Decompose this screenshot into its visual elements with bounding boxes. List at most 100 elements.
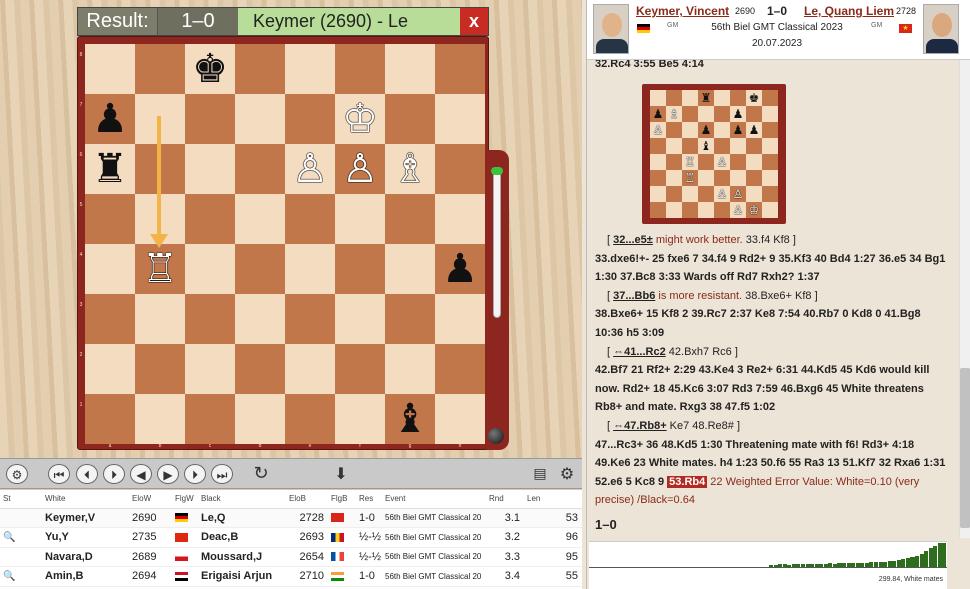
square-e8[interactable] [285, 44, 335, 94]
square-b3[interactable] [135, 294, 185, 344]
square-a1[interactable] [85, 394, 135, 444]
square-h2[interactable] [435, 344, 485, 394]
square-e3[interactable] [285, 294, 335, 344]
forward-icon[interactable]: ▶ [157, 464, 179, 484]
settings-gear-icon[interactable]: ⚙ [6, 464, 28, 484]
square-f3[interactable] [335, 294, 385, 344]
square-c1[interactable] [185, 394, 235, 444]
col-header[interactable]: FlgW [172, 490, 198, 509]
square-c5[interactable] [185, 194, 235, 244]
square-f8[interactable] [335, 44, 385, 94]
square-d7[interactable] [235, 94, 285, 144]
chess-board[interactable]: ♚ ♟ ♔ ♜ ♙ ♙ ♗ ♖ ♟ ♝ [85, 44, 485, 444]
variation-move[interactable]: ⇔47.Rb8+ [613, 420, 667, 432]
square-a2[interactable] [85, 344, 135, 394]
piece-b4[interactable]: ♖ [135, 244, 185, 294]
flip-board-icon[interactable]: ↻ [250, 464, 272, 484]
col-header[interactable]: White [42, 490, 129, 509]
square-c2[interactable] [185, 344, 235, 394]
game-row[interactable]: 🔍 Yu,Y 2735 Deac,B 2693 ½-½ 56th Biel GMT Clas… [0, 527, 582, 548]
square-e4[interactable] [285, 244, 335, 294]
analysis-icon[interactable]: 🔍 [3, 532, 15, 543]
square-d6[interactable] [235, 144, 285, 194]
square-a3[interactable] [85, 294, 135, 344]
mainline-moves[interactable]: 33.dxe6!+- 25 fxe6 7 34.f4 9 Rd2+ 9 35.K… [595, 253, 945, 284]
eval-slider-handle[interactable] [491, 167, 503, 175]
col-header[interactable]: EloW [129, 490, 172, 509]
mainline-1[interactable]: 33.dxe6!+- 25 fxe6 7 34.f4 9 Rd2+ 9 35.K… [595, 250, 951, 287]
notation-book-icon[interactable]: ▤ [529, 464, 551, 484]
square-h6[interactable] [435, 144, 485, 194]
first-move-icon[interactable]: ⏮ [48, 464, 70, 484]
square-h1[interactable] [435, 394, 485, 444]
square-h3[interactable] [435, 294, 485, 344]
close-result-button[interactable]: x [460, 8, 488, 35]
next-move-icon[interactable]: ⏵ [184, 464, 206, 484]
back-icon[interactable]: ◀ [130, 464, 152, 484]
square-g8[interactable] [385, 44, 435, 94]
piece-f7[interactable]: ♔ [335, 94, 385, 144]
col-header[interactable]: Black [198, 490, 286, 509]
square-f1[interactable] [335, 394, 385, 444]
piece-f6[interactable]: ♙ [335, 144, 385, 194]
game-row[interactable]: Navara,D 2689 Moussard,J 2654 ½-½ 56th Biel G… [0, 547, 582, 567]
play-icon[interactable]: ⏵ [103, 464, 125, 484]
square-h7[interactable] [435, 94, 485, 144]
col-header[interactable]: Rnd [486, 490, 524, 509]
current-move[interactable]: 53.Rb4 [667, 475, 708, 488]
mainline-moves[interactable]: 42.Bf7 21 Rf2+ 2:29 43.Ke4 3 Re2+ 6:31 4… [595, 364, 929, 413]
game-row[interactable]: Keymer,V 2690 Le,Q 2728 1-0 56th Biel GMT Cla… [0, 508, 582, 528]
mainline-3[interactable]: 42.Bf7 21 Rf2+ 2:29 43.Ke4 3 Re2+ 6:31 4… [595, 361, 951, 417]
variation-move[interactable]: 37...Bb6 [613, 290, 655, 302]
eval-slider-track[interactable] [493, 170, 501, 318]
square-a4[interactable] [85, 244, 135, 294]
square-d5[interactable] [235, 194, 285, 244]
col-header[interactable]: EloB [286, 490, 328, 509]
col-header[interactable]: Len [524, 490, 582, 509]
square-f5[interactable] [335, 194, 385, 244]
square-f2[interactable] [335, 344, 385, 394]
col-header[interactable]: Res [356, 490, 382, 509]
square-a8[interactable] [85, 44, 135, 94]
square-b1[interactable] [135, 394, 185, 444]
col-header[interactable]: St [0, 490, 42, 509]
col-header[interactable]: Event [382, 490, 486, 509]
piece-g6[interactable]: ♗ [385, 144, 435, 194]
square-e2[interactable] [285, 344, 335, 394]
notation-scrollbar-thumb[interactable] [960, 368, 970, 528]
piece-c8[interactable]: ♚ [185, 44, 235, 94]
piece-g1[interactable]: ♝ [385, 394, 435, 444]
piece-h4[interactable]: ♟ [435, 244, 485, 294]
evaluation-graph[interactable]: 299.84, White mates [589, 541, 947, 589]
mainline-moves[interactable]: 38.Bxe6+ 15 Kf8 2 39.Rc7 2:37 Ke8 7:54 4… [595, 308, 921, 339]
square-d2[interactable] [235, 344, 285, 394]
square-d3[interactable] [235, 294, 285, 344]
square-g5[interactable] [385, 194, 435, 244]
square-f4[interactable] [335, 244, 385, 294]
variation-move[interactable]: 32...e5± [613, 234, 653, 246]
square-e5[interactable] [285, 194, 335, 244]
mainline-2[interactable]: 38.Bxe6+ 15 Kf8 2 39.Rc7 2:37 Ke8 7:54 4… [595, 305, 951, 342]
last-move-icon[interactable]: ⏭ [211, 464, 233, 484]
square-g2[interactable] [385, 344, 435, 394]
download-icon[interactable]: ⬇ [330, 464, 352, 484]
square-g4[interactable] [385, 244, 435, 294]
square-d8[interactable] [235, 44, 285, 94]
variation-move[interactable]: ⇔41...Rc2 [613, 346, 666, 358]
square-b8[interactable] [135, 44, 185, 94]
game-row[interactable]: 🔍 Amin,B 2694 Erigaisi Arjun 2710 1-0 56th Bie… [0, 566, 582, 587]
square-b2[interactable] [135, 344, 185, 394]
variation-rest[interactable]: 33.f4 Kf8 ] [743, 234, 796, 246]
square-g7[interactable] [385, 94, 435, 144]
mainline-4[interactable]: 47...Rc3+ 36 48.Kd5 1:30 Threatening mat… [595, 436, 951, 510]
piece-a7[interactable]: ♟ [85, 94, 135, 144]
variation-rest[interactable]: 38.Bxe6+ Kf8 ] [742, 290, 817, 302]
square-g3[interactable] [385, 294, 435, 344]
piece-e6[interactable]: ♙ [285, 144, 335, 194]
piece-a6[interactable]: ♜ [85, 144, 135, 194]
square-c3[interactable] [185, 294, 235, 344]
col-header[interactable]: FlgB [328, 490, 356, 509]
square-a5[interactable] [85, 194, 135, 244]
square-h5[interactable] [435, 194, 485, 244]
square-h8[interactable] [435, 44, 485, 94]
